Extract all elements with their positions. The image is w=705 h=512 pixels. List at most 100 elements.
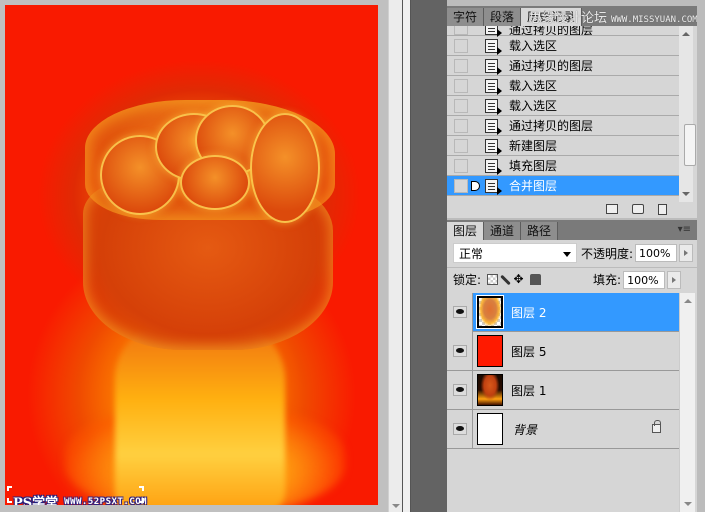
scroll-down-arrow-icon[interactable] (682, 192, 690, 196)
forum-watermark-url: WWW.MISSYUAN.COM (611, 15, 698, 25)
layer-name[interactable]: 背景 (513, 421, 537, 438)
history-item-selected[interactable]: 合并图层 (447, 176, 679, 196)
history-state-icon (485, 158, 502, 175)
layer-lock-icon (652, 420, 661, 433)
eye-visibility-icon[interactable] (452, 345, 467, 357)
watermark-corner (139, 486, 144, 491)
layers-list: 图层 2 图层 5 图层 1 背景 (447, 292, 679, 512)
history-state-icon (485, 178, 502, 195)
layers-panel: 图层 通道 路径 ▾≡ 正常 不透明度: 100% 锁定: ✥ 填充: 100% (447, 220, 697, 512)
blend-mode-select[interactable]: 正常 (453, 243, 577, 263)
trash-icon[interactable] (658, 203, 667, 215)
lock-row: 锁定: ✥ 填充: 100% (447, 267, 697, 291)
scroll-up-arrow-icon[interactable] (682, 32, 690, 36)
lock-transparent-pixels-icon[interactable] (487, 274, 499, 285)
tab-paths[interactable]: 路径 (521, 222, 559, 240)
panel-dock-divider[interactable] (402, 0, 411, 512)
eye-visibility-icon[interactable] (452, 384, 467, 396)
layers-panel-tabs: 图层 通道 路径 (447, 220, 697, 240)
lock-position-move-icon[interactable]: ✥ (513, 273, 524, 285)
watermark-corner (7, 498, 12, 503)
layer-row[interactable]: 背景 (447, 409, 679, 449)
history-item[interactable]: 填充图层 (447, 156, 679, 176)
history-item[interactable]: 载入选区 (447, 96, 679, 116)
panel-edge (697, 0, 705, 512)
watermark-brand: PS学堂 (13, 496, 59, 505)
history-item-label: 载入选区 (509, 99, 558, 113)
history-item[interactable]: 载入选区 (447, 76, 679, 96)
layer-thumbnail (476, 295, 504, 329)
history-item-label: 填充图层 (509, 159, 558, 173)
history-brush-source-checkbox[interactable] (454, 118, 468, 133)
canvas-watermark: PS学堂 WWW.52PSXT.COM (13, 492, 147, 505)
history-brush-source-checkbox[interactable] (454, 178, 468, 193)
panel-menu-icon[interactable]: ▾≡ (678, 224, 691, 235)
tab-paragraph[interactable]: 段落 (484, 8, 522, 26)
layer-row[interactable]: 图层 1 (447, 370, 679, 410)
blend-mode-value: 正常 (459, 247, 484, 261)
layer-thumbnail (477, 374, 503, 406)
layer-name[interactable]: 图层 2 (511, 304, 546, 321)
layer-row[interactable]: 图层 5 (447, 331, 679, 371)
history-item[interactable]: 通过拷贝的图层 (447, 26, 679, 37)
opacity-slider-button[interactable] (679, 244, 694, 262)
opacity-label: 不透明度: (581, 246, 634, 261)
fill-slider-button[interactable] (667, 270, 682, 289)
scroll-down-arrow-icon[interactable] (392, 504, 400, 508)
history-scrollbar[interactable] (679, 26, 696, 202)
history-item-label: 载入选区 (509, 79, 558, 93)
tab-channels[interactable]: 通道 (484, 222, 522, 240)
opacity-input[interactable]: 100% (635, 244, 678, 262)
history-scroll-thumb[interactable] (684, 124, 696, 166)
history-state-icon (485, 78, 502, 95)
watermark-corner (139, 498, 144, 503)
lock-label: 锁定: (453, 273, 482, 287)
watermark-url: WWW.52PSXT.COM (64, 496, 148, 506)
eye-visibility-icon[interactable] (452, 423, 467, 435)
fill-input[interactable]: 100% (623, 270, 666, 289)
scroll-down-arrow-icon[interactable] (684, 502, 692, 506)
history-state-icon (485, 138, 502, 155)
history-state-icon (485, 118, 502, 135)
new-document-from-state-icon[interactable] (606, 204, 618, 214)
history-brush-source-checkbox[interactable] (454, 78, 468, 93)
history-brush-source-checkbox[interactable] (454, 58, 468, 73)
eye-visibility-icon[interactable] (452, 306, 467, 318)
history-item[interactable]: 通过拷贝的图层 (447, 116, 679, 136)
lock-image-pixels-brush-icon[interactable] (500, 274, 511, 285)
scroll-up-arrow-icon[interactable] (684, 299, 692, 303)
history-state-icon (485, 26, 502, 37)
history-brush-source-checkbox[interactable] (454, 26, 468, 35)
panels-column: 字符 段落 历史记录 思缘设计论坛 WWW.MISSYUAN.COM 通过拷贝的图… (447, 0, 705, 512)
tab-layers[interactable]: 图层 (447, 222, 485, 240)
history-item-label: 新建图层 (509, 139, 558, 153)
document-canvas[interactable]: PS学堂 WWW.52PSXT.COM (5, 5, 378, 505)
lock-all-icon[interactable] (530, 274, 542, 285)
layer-name[interactable]: 图层 1 (511, 382, 546, 399)
history-list: 通过拷贝的图层 载入选区 通过拷贝的图层 载入选区 载入选区 通过拷贝的图层 新… (447, 26, 679, 200)
history-brush-source-checkbox[interactable] (454, 158, 468, 173)
forum-watermark-text: 思缘设计论坛 (529, 11, 608, 26)
tab-character[interactable]: 字符 (447, 8, 485, 26)
document-canvas-area: PS学堂 WWW.52PSXT.COM (0, 0, 388, 512)
canvas-vertical-scrollbar[interactable] (388, 0, 402, 512)
history-brush-source-checkbox[interactable] (454, 98, 468, 113)
layers-scrollbar[interactable] (679, 293, 695, 512)
history-item[interactable]: 新建图层 (447, 136, 679, 156)
layer-row[interactable]: 图层 2 (447, 292, 679, 332)
history-brush-source-checkbox[interactable] (454, 138, 468, 153)
layer-name[interactable]: 图层 5 (511, 343, 546, 360)
history-item[interactable]: 通过拷贝的图层 (447, 56, 679, 76)
history-state-slider-icon[interactable] (469, 179, 483, 193)
history-item-label: 通过拷贝的图层 (509, 59, 594, 73)
history-item[interactable]: 载入选区 (447, 36, 679, 56)
history-item-label: 通过拷贝的图层 (509, 119, 594, 133)
collapsed-panel-dock (411, 0, 447, 512)
forum-watermark: 思缘设计论坛 WWW.MISSYUAN.COM (529, 7, 698, 26)
history-item-label: 载入选区 (509, 39, 558, 53)
watermark-corner (7, 486, 12, 491)
history-item-label: 通过拷贝的图层 (509, 26, 594, 35)
snapshot-camera-icon[interactable] (632, 204, 644, 214)
layer-thumbnail (477, 335, 503, 367)
history-brush-source-checkbox[interactable] (454, 38, 468, 53)
